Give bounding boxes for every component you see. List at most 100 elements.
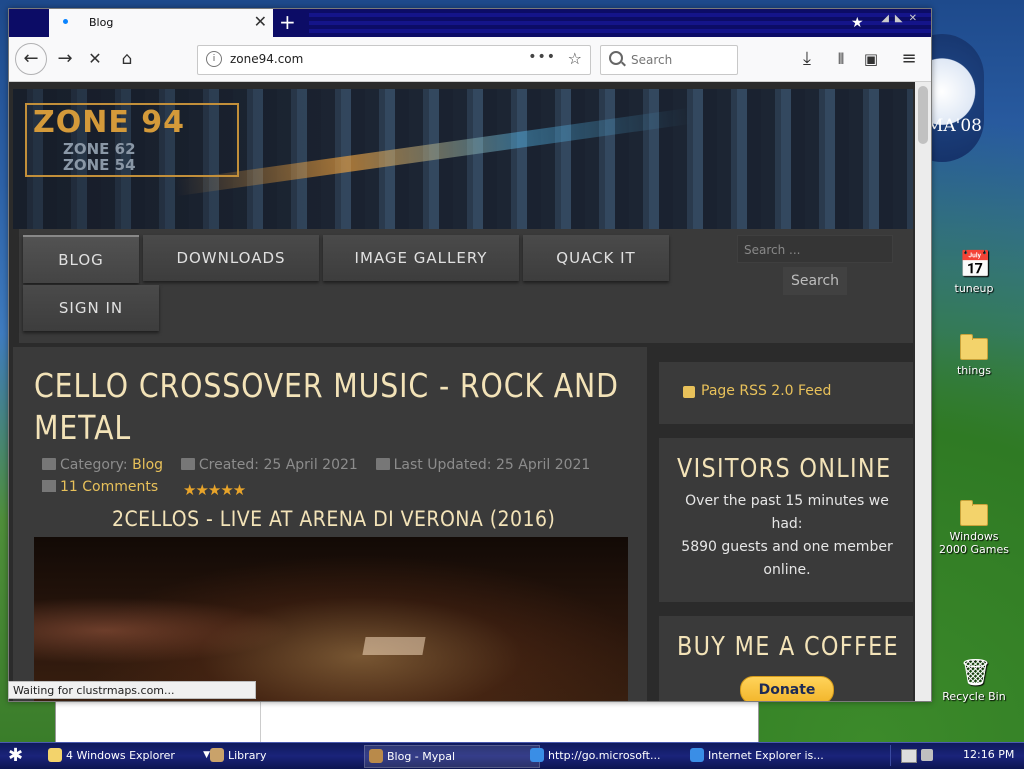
category-label: Category: <box>60 457 128 473</box>
desktop-icon-label: things <box>956 364 992 377</box>
video-stage-light <box>362 637 426 655</box>
rss-panel: Page RSS 2.0 Feed <box>659 362 913 424</box>
nav-item-downloads[interactable]: DOWNLOADS <box>143 235 319 281</box>
rating-stars[interactable]: ★★★★★ <box>183 481 246 499</box>
system-tray: 12:16 PM <box>890 745 1019 766</box>
new-tab-button[interactable]: + <box>279 10 296 34</box>
monitor-icon[interactable] <box>901 749 917 763</box>
internet-explorer-icon <box>690 748 704 762</box>
download-icon[interactable]: ⤓ <box>793 45 821 73</box>
status-bar-text: Waiting for clustrmaps.com... <box>8 681 256 699</box>
folder-icon <box>960 500 988 526</box>
nav-item-sign-in[interactable]: SIGN IN <box>23 285 159 331</box>
page-viewport: ZONE 94 ZONE 62 ZONE 54 BLOG DOWNLOADS IM… <box>9 82 915 701</box>
taskbar-item-label: Library <box>228 749 267 762</box>
url-bar[interactable]: i zone94.com ••• ☆ <box>197 45 591 75</box>
rss-link[interactable]: Page RSS 2.0 Feed <box>701 383 831 399</box>
taskbar-item-label: Internet Explorer is... <box>708 749 824 762</box>
visitors-line1: Over the past 15 minutes we had: <box>685 493 889 532</box>
loading-dot-icon <box>63 19 68 24</box>
article-panel: CELLO CROSSOVER MUSIC - ROCK AND METAL C… <box>13 347 647 701</box>
internet-explorer-icon <box>530 748 544 762</box>
calendar-icon <box>375 458 390 470</box>
nav-item-quack-it[interactable]: QUACK IT <box>523 235 669 281</box>
menu-hamburger-icon[interactable]: ≡ <box>895 45 923 73</box>
search-icon <box>609 51 623 65</box>
taskbar: ✱ 4 Windows Explorer ▼ Library Blog - My… <box>0 742 1024 769</box>
mypal-browser-icon <box>369 749 383 763</box>
rss-icon <box>683 386 695 398</box>
taskbar-item-label: http://go.microsoft... <box>548 749 661 762</box>
browser-search-bar[interactable] <box>600 45 738 75</box>
taskbar-item-label: Blog - Mypal <box>387 750 456 763</box>
updated-date: Last Updated: 25 April 2021 <box>393 457 591 473</box>
site-nav-menu: BLOG DOWNLOADS IMAGE GALLERY QUACK IT SI… <box>19 229 913 343</box>
site-search-input[interactable]: Search ... <box>737 235 893 263</box>
back-button[interactable]: ← <box>15 43 47 75</box>
page-actions-icon[interactable]: ••• <box>528 49 556 65</box>
clock[interactable]: 12:16 PM <box>963 748 1014 761</box>
bookmark-star-icon[interactable]: ☆ <box>568 49 582 68</box>
desktop-icon-things[interactable]: things <box>934 332 1014 377</box>
nav-item-blog[interactable]: BLOG <box>23 235 139 283</box>
coffee-panel: BUY ME A COFFEE Donate <box>659 616 913 701</box>
article-meta: Category: Blog Created: 25 April 2021 La… <box>42 457 590 473</box>
desktop-icon-recycle-bin[interactable]: 🗑 Recycle Bin <box>934 658 1014 703</box>
campaign-logo-text: MA'08 <box>926 116 982 136</box>
nav-item-image-gallery[interactable]: IMAGE GALLERY <box>323 235 519 281</box>
desktop-icon-tuneup[interactable]: 📅 tuneup <box>934 250 1014 295</box>
taskbar-item-ie-2[interactable]: Internet Explorer is... <box>686 745 868 766</box>
divider <box>260 701 261 743</box>
comments-count[interactable]: 11 Comments <box>60 479 158 495</box>
calendar-clock-icon: 📅 <box>959 250 992 280</box>
desktop-icon-label: Recycle Bin <box>942 690 1006 703</box>
page-scrollbar[interactable] <box>915 82 931 701</box>
taskbar-item-blog-mypal[interactable]: Blog - Mypal <box>364 745 540 768</box>
forward-button[interactable]: → <box>51 45 79 73</box>
folder-icon <box>42 458 56 470</box>
taskbar-item-library[interactable]: Library <box>206 745 376 766</box>
speaker-icon[interactable] <box>921 749 933 761</box>
navigation-toolbar: ← → ✕ ⌂ i zone94.com ••• ☆ ⤓ ⫴ ▣ ≡ <box>9 37 931 82</box>
comment-icon <box>42 480 56 492</box>
site-header-banner: ZONE 94 ZONE 62 ZONE 54 <box>13 89 913 229</box>
site-logo[interactable]: ZONE 94 ZONE 62 ZONE 54 <box>25 103 239 177</box>
video-embed[interactable] <box>34 537 628 701</box>
video-title: 2CELLOS - LIVE AT ARENA DI VERONA (2016) <box>112 507 556 531</box>
library-icon <box>210 748 224 762</box>
url-text[interactable]: zone94.com <box>230 52 303 66</box>
scrollbar-thumb[interactable] <box>918 86 928 144</box>
star-decoration-icon: ★ <box>851 15 864 31</box>
coffee-title: BUY ME A COFFEE <box>677 632 899 662</box>
desktop-icon-windows-2000-games[interactable]: Windows 2000 Games <box>934 498 1014 556</box>
home-icon[interactable]: ⌂ <box>113 45 141 73</box>
banner-light-trail <box>174 107 692 197</box>
tab-blog[interactable]: Blog ✕ <box>49 9 273 37</box>
recycle-bin-icon: 🗑 <box>959 658 993 688</box>
taskbar-item-windows-explorer[interactable]: 4 Windows Explorer ▼ <box>44 745 216 766</box>
desktop-icon-label: Windows 2000 Games <box>939 530 1009 556</box>
site-info-icon[interactable]: i <box>206 51 222 67</box>
logo-main-text: ZONE 94 <box>33 105 186 140</box>
article-title-line1: CELLO CROSSOVER MUSIC - ROCK AND <box>34 366 619 405</box>
category-link[interactable]: Blog <box>132 457 163 473</box>
background-window <box>55 700 759 744</box>
donate-button[interactable]: Donate <box>740 676 834 701</box>
calendar-icon <box>180 458 195 470</box>
sidebar-toggle-icon[interactable]: ▣ <box>857 45 885 73</box>
window-controls[interactable]: ◢◣✕ <box>881 13 923 24</box>
tab-title: Blog <box>89 16 114 29</box>
tab-strip: Blog ✕ + ★ ◢◣✕ <box>9 9 931 37</box>
taskbar-item-ie-1[interactable]: http://go.microsoft... <box>526 745 700 766</box>
library-icon[interactable]: ⫴ <box>827 45 855 73</box>
desktop-icon-label: tuneup <box>954 282 994 295</box>
close-tab-icon[interactable]: ✕ <box>254 12 267 31</box>
folder-icon <box>48 748 62 762</box>
article-title: CELLO CROSSOVER MUSIC - ROCK AND METAL <box>34 365 618 449</box>
site-search-button[interactable]: Search <box>783 267 847 295</box>
comments-link[interactable]: 11 Comments <box>42 479 158 495</box>
taskbar-item-label: 4 Windows Explorer <box>66 749 175 762</box>
browser-search-input[interactable] <box>629 50 733 70</box>
start-star-icon[interactable]: ✱ <box>8 745 23 766</box>
stop-button[interactable]: ✕ <box>81 45 109 73</box>
